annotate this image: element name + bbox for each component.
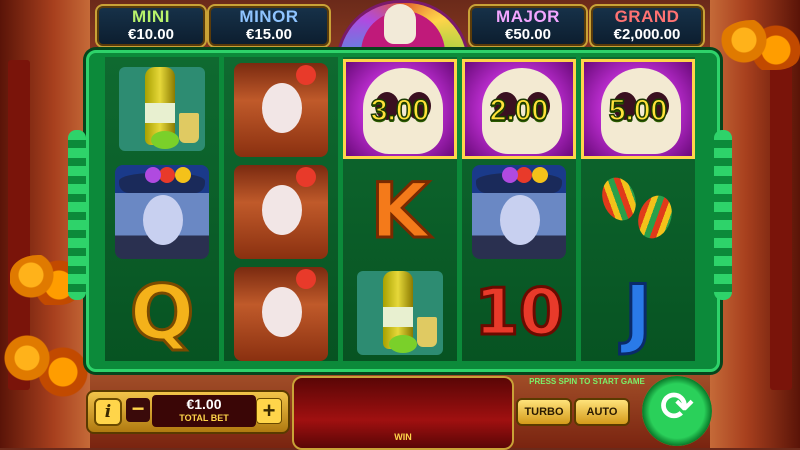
total-bet-value: €1.00 <box>186 396 222 412</box>
j-symbol: J <box>581 263 695 363</box>
reel-4: 2.00 10 <box>462 57 576 361</box>
skeleton-man-symbol <box>105 161 219 261</box>
jackpot-grand-name: GRAND <box>614 7 680 26</box>
total-bet-label: TOTAL BET <box>179 413 229 423</box>
jackpot-mini: MINI €10.00 <box>95 4 207 48</box>
decrease-bet-button[interactable]: − <box>126 398 150 422</box>
jackpot-major-name: MAJOR <box>496 7 560 26</box>
catrina-woman-symbol <box>224 263 338 363</box>
bonus-skull-symbol: 2.00 <box>462 59 576 159</box>
jackpot-minor-value: €15.00 <box>246 26 292 43</box>
info-button[interactable]: i <box>94 398 122 426</box>
maracas-icon <box>595 169 681 253</box>
tequila-symbol <box>343 263 457 363</box>
jackpot-major: MAJOR €50.00 <box>468 4 588 48</box>
jackpot-mini-value: €10.00 <box>128 26 174 43</box>
tequila-symbol <box>105 59 219 159</box>
q-symbol: Q <box>105 263 219 363</box>
k-letter: K <box>369 165 431 256</box>
skeleton-man-icon <box>472 165 566 259</box>
skeleton-man-icon <box>115 165 209 259</box>
increase-bet-button[interactable]: + <box>256 398 282 424</box>
pillar-right <box>770 60 792 390</box>
reel-2 <box>224 57 338 361</box>
tequila-icon <box>357 271 443 355</box>
reel-1: Q <box>105 57 219 361</box>
catrina-woman-icon <box>234 267 328 361</box>
jackpot-mini-name: MINI <box>132 7 170 26</box>
spin-arrows-icon: ⟳ <box>660 384 694 430</box>
ten-letter: 10 <box>473 275 565 352</box>
bonus-skull-symbol: 5.00 <box>581 59 695 159</box>
win-label: WIN <box>394 432 412 442</box>
catrina-woman-icon <box>234 63 328 157</box>
catrina-woman-symbol <box>224 59 338 159</box>
bonus-value: 3.00 <box>370 93 430 128</box>
tequila-icon <box>119 67 205 151</box>
reel-3: 3.00 K <box>343 57 457 361</box>
q-letter: Q <box>128 267 196 358</box>
reel-5: 5.00 J <box>581 57 695 361</box>
jackpot-minor: MINOR €15.00 <box>207 4 331 48</box>
j-letter: J <box>622 267 653 358</box>
catrina-woman-icon <box>234 165 328 259</box>
spin-hint: PRESS SPIN TO START GAME <box>529 377 645 386</box>
catrina-woman-symbol <box>224 161 338 261</box>
jackpot-minor-name: MINOR <box>239 7 299 26</box>
marigold-flowers-top-right <box>720 20 800 70</box>
frame-scallop-right <box>714 130 732 300</box>
k-symbol: K <box>343 161 457 261</box>
ten-symbol: 10 <box>462 263 576 363</box>
bet-panel: i − €1.00 TOTAL BET + <box>86 390 290 434</box>
bonus-skull-symbol: 3.00 <box>343 59 457 159</box>
frame-scallop-left <box>68 130 86 300</box>
jackpot-grand-value: €2,000.00 <box>613 26 681 43</box>
jackpot-grand: GRAND €2,000.00 <box>589 4 705 48</box>
bonus-value: 5.00 <box>608 93 668 128</box>
win-display: WIN <box>292 376 514 450</box>
bonus-value: 2.00 <box>489 93 549 128</box>
spin-button[interactable]: ⟳ <box>642 376 712 446</box>
maracas-symbol <box>581 161 695 261</box>
skeleton-man-symbol <box>462 161 576 261</box>
auto-button[interactable]: AUTO <box>574 398 630 426</box>
control-bar: i − €1.00 TOTAL BET + WIN PRESS SPIN TO … <box>86 372 714 450</box>
skull-emblem-icon <box>384 4 416 44</box>
turbo-button[interactable]: TURBO <box>516 398 572 426</box>
total-bet-display: €1.00 TOTAL BET <box>152 395 256 427</box>
marigold-flowers-bottom-left <box>0 330 90 400</box>
jackpot-major-value: €50.00 <box>505 26 551 43</box>
